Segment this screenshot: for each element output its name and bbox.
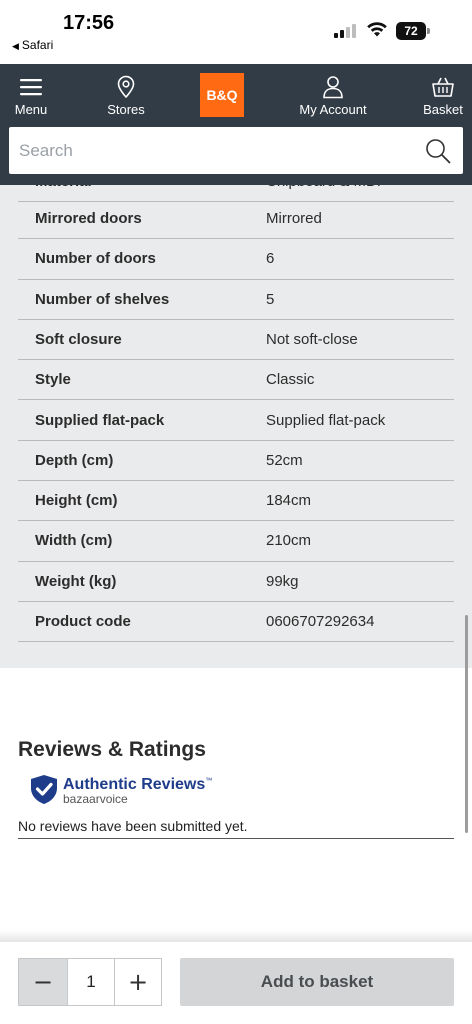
basket-label: Basket bbox=[423, 102, 463, 117]
battery-icon: 72 bbox=[396, 22, 430, 40]
back-triangle-icon: ◀ bbox=[12, 41, 19, 51]
add-to-basket-button[interactable]: Add to basket bbox=[180, 958, 454, 1006]
spec-row: Depth (cm) 52cm bbox=[18, 441, 454, 482]
spec-value: 210cm bbox=[266, 532, 312, 550]
spec-key: Number of shelves bbox=[35, 290, 170, 308]
my-account-button[interactable]: My Account bbox=[292, 64, 374, 126]
status-time: 17:56 bbox=[63, 12, 115, 34]
my-account-label: My Account bbox=[299, 102, 367, 117]
bazaarvoice-label: bazaarvoice bbox=[63, 792, 128, 806]
scrollbar[interactable] bbox=[465, 615, 468, 833]
location-pin-icon bbox=[117, 75, 135, 99]
spec-key: Soft closure bbox=[35, 330, 122, 348]
reviews-heading: Reviews & Ratings bbox=[18, 738, 206, 761]
no-reviews-message: No reviews have been submitted yet. bbox=[18, 818, 454, 839]
spec-value: Mirrored bbox=[266, 210, 322, 227]
spec-row: Weight (kg) 99kg bbox=[18, 562, 454, 602]
basket-icon bbox=[432, 77, 454, 97]
hamburger-icon bbox=[20, 79, 42, 96]
spec-value: 52cm bbox=[266, 451, 303, 469]
authentic-reviews-badge[interactable]: Authentic Reviews™ bazaarvoice bbox=[30, 774, 230, 806]
spec-value: 5 bbox=[266, 290, 275, 308]
spec-row: Number of doors 6 bbox=[18, 239, 454, 280]
spec-key: Depth (cm) bbox=[35, 451, 114, 469]
back-app-label: Safari bbox=[21, 38, 54, 52]
spec-value: 184cm bbox=[266, 492, 312, 510]
spec-key: Product code bbox=[35, 613, 131, 630]
trademark-mark: ™ bbox=[205, 777, 213, 785]
spec-value: Classic bbox=[266, 371, 315, 389]
stores-label: Stores bbox=[107, 102, 145, 117]
decrease-quantity-button[interactable]: − bbox=[19, 959, 67, 1005]
add-to-basket-bar: − 1 + Add to basket bbox=[0, 942, 472, 1024]
main-nav: Menu Stores B&Q My Account Basket bbox=[0, 64, 472, 126]
spec-row: Width (cm) 210cm bbox=[18, 521, 454, 562]
search-bar bbox=[9, 127, 463, 174]
search-input[interactable] bbox=[9, 127, 409, 174]
spec-row: Supplied flat-pack Supplied flat-pack bbox=[18, 401, 454, 441]
cellular-signal-icon bbox=[334, 22, 358, 38]
spec-row: Soft closure Not soft-close bbox=[18, 320, 454, 361]
spec-row: Style Classic bbox=[18, 360, 454, 401]
spec-key: Supplied flat-pack bbox=[35, 411, 165, 429]
spec-key: Height (cm) bbox=[35, 492, 118, 510]
wifi-icon bbox=[367, 22, 387, 37]
spec-row: Mirrored doors Mirrored bbox=[18, 199, 454, 240]
specifications-table: Material Chipboard & MDF Mirrored doors … bbox=[0, 185, 472, 668]
spec-value: Not soft-close bbox=[266, 330, 358, 348]
spec-value: 0606707292634 bbox=[266, 613, 375, 630]
battery-level: 72 bbox=[396, 22, 426, 40]
spec-key: Style bbox=[35, 371, 71, 389]
spec-key: Width (cm) bbox=[35, 532, 113, 550]
increase-quantity-button[interactable]: + bbox=[115, 959, 161, 1005]
stores-button[interactable]: Stores bbox=[100, 64, 152, 126]
spec-key: Weight (kg) bbox=[35, 572, 117, 590]
quantity-field[interactable]: 1 bbox=[67, 959, 115, 1005]
shield-check-icon bbox=[31, 775, 57, 804]
spec-key: Number of doors bbox=[35, 250, 156, 268]
menu-label: Menu bbox=[14, 102, 48, 117]
back-to-app-link[interactable]: ◀ Safari bbox=[12, 38, 53, 52]
spec-value: Supplied flat-pack bbox=[266, 411, 386, 429]
site-header: Menu Stores B&Q My Account Basket bbox=[0, 64, 472, 185]
bottom-bar-shadow bbox=[0, 930, 472, 942]
spec-key: Mirrored doors bbox=[35, 210, 142, 227]
menu-button[interactable]: Menu bbox=[10, 64, 52, 126]
spec-value: 6 bbox=[266, 250, 275, 268]
basket-button[interactable]: Basket bbox=[418, 64, 468, 126]
bq-logo[interactable]: B&Q bbox=[200, 73, 244, 117]
spec-value: 99kg bbox=[266, 572, 299, 590]
user-icon bbox=[323, 76, 343, 99]
status-bar: 17:56 ◀ Safari 72 bbox=[0, 0, 472, 64]
search-icon[interactable] bbox=[425, 138, 451, 164]
spec-row: Number of shelves 5 bbox=[18, 280, 454, 320]
spec-row: Height (cm) 184cm bbox=[18, 481, 454, 522]
spec-row: Product code 0606707292634 bbox=[18, 602, 454, 643]
quantity-stepper: − 1 + bbox=[18, 958, 162, 1006]
